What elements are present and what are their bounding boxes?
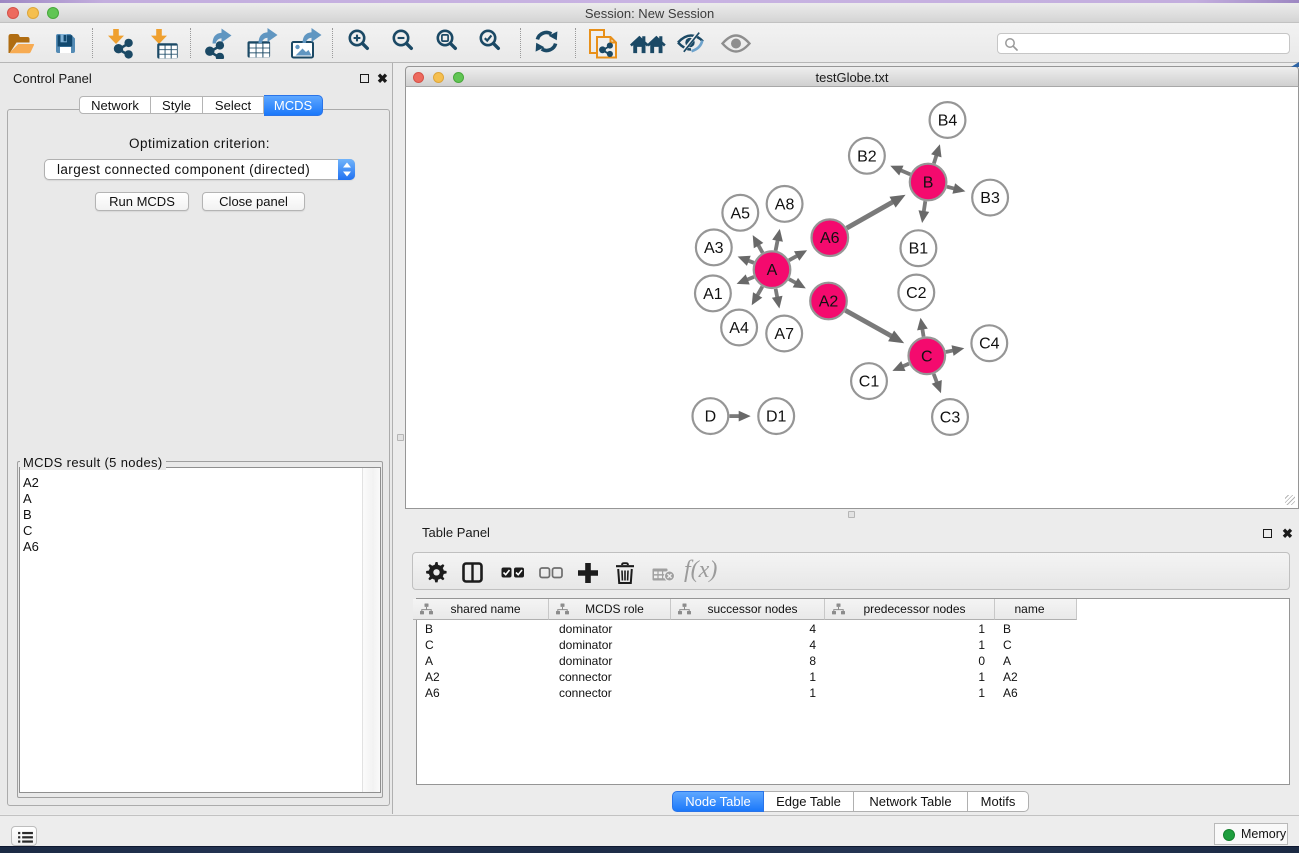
svg-text:D: D <box>705 409 717 426</box>
svg-text:C: C <box>921 348 933 365</box>
svg-text:C1: C1 <box>859 374 880 391</box>
svg-text:A7: A7 <box>774 326 794 343</box>
svg-text:A8: A8 <box>775 196 795 213</box>
svg-text:A4: A4 <box>729 320 749 337</box>
svg-text:C3: C3 <box>940 410 961 427</box>
svg-text:A6: A6 <box>820 230 840 247</box>
svg-text:A3: A3 <box>704 240 724 257</box>
svg-text:A1: A1 <box>703 286 723 303</box>
svg-text:C2: C2 <box>906 285 927 302</box>
svg-text:B4: B4 <box>938 113 958 130</box>
svg-text:B: B <box>923 175 934 192</box>
svg-text:D1: D1 <box>766 409 787 426</box>
svg-text:C4: C4 <box>979 336 1000 353</box>
svg-text:A: A <box>767 262 778 279</box>
svg-text:A2: A2 <box>819 294 839 311</box>
svg-text:B3: B3 <box>980 190 1000 207</box>
svg-text:B1: B1 <box>909 241 929 258</box>
svg-text:B2: B2 <box>857 148 877 165</box>
svg-text:A5: A5 <box>731 205 751 222</box>
